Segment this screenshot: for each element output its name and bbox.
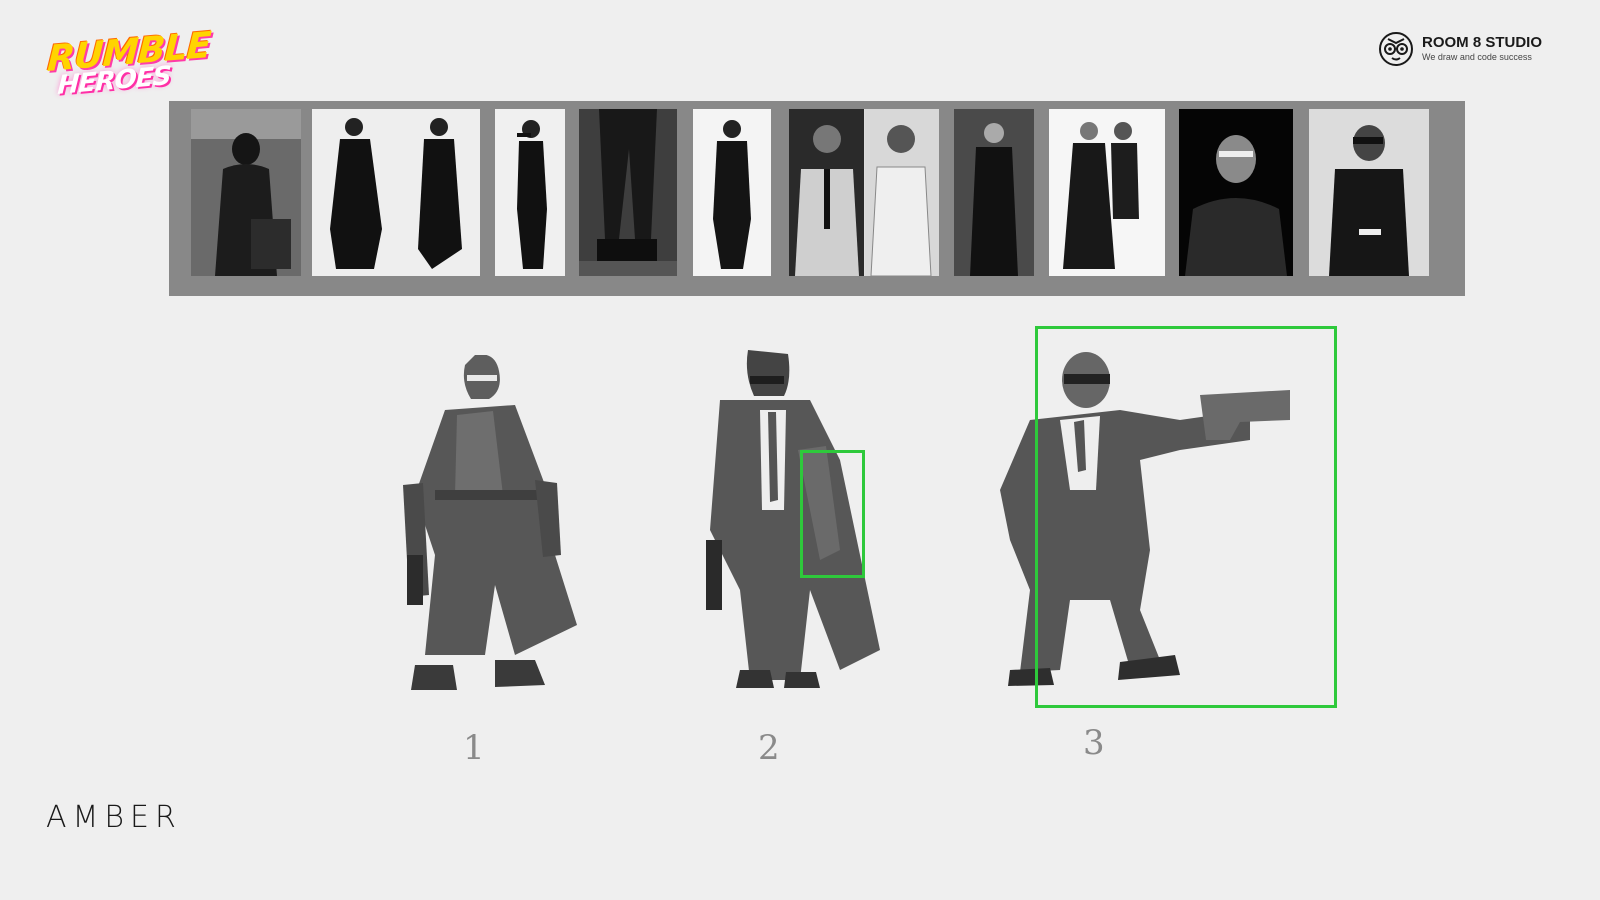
- sketch-label-3: 3: [1083, 723, 1105, 763]
- studio-tagline: We draw and code success: [1421, 52, 1532, 62]
- sketch-label-2: 2: [758, 728, 780, 768]
- detail-highlight-box: [800, 450, 865, 578]
- reference-photo-strip: [169, 101, 1465, 296]
- studio-emblem-icon: [1378, 32, 1413, 66]
- sketch-label-1: 1: [463, 728, 485, 768]
- reference-photo: [312, 109, 480, 276]
- studio-name: ROOM 8 STUDIO: [1421, 34, 1542, 51]
- reference-photo: [1309, 109, 1429, 276]
- studio-logo: ROOM 8 STUDIO We draw and code success: [1378, 32, 1542, 66]
- reference-photo: [191, 109, 301, 276]
- reference-photo: [693, 109, 771, 276]
- reference-photo: [954, 109, 1034, 276]
- reference-photo: [1049, 109, 1165, 276]
- reference-photo: [495, 109, 565, 276]
- selected-sketch-highlight-box: [1035, 326, 1337, 708]
- studio-text: ROOM 8 STUDIO We draw and code success: [1422, 35, 1542, 63]
- reference-photo: [1179, 109, 1293, 276]
- reference-photo: [579, 109, 677, 276]
- character-sketch-1: [395, 355, 595, 700]
- amber-logo: AMBER: [46, 800, 182, 835]
- rumble-heroes-logo: RUMBLE HEROES: [44, 25, 214, 110]
- reference-photo: [789, 109, 939, 276]
